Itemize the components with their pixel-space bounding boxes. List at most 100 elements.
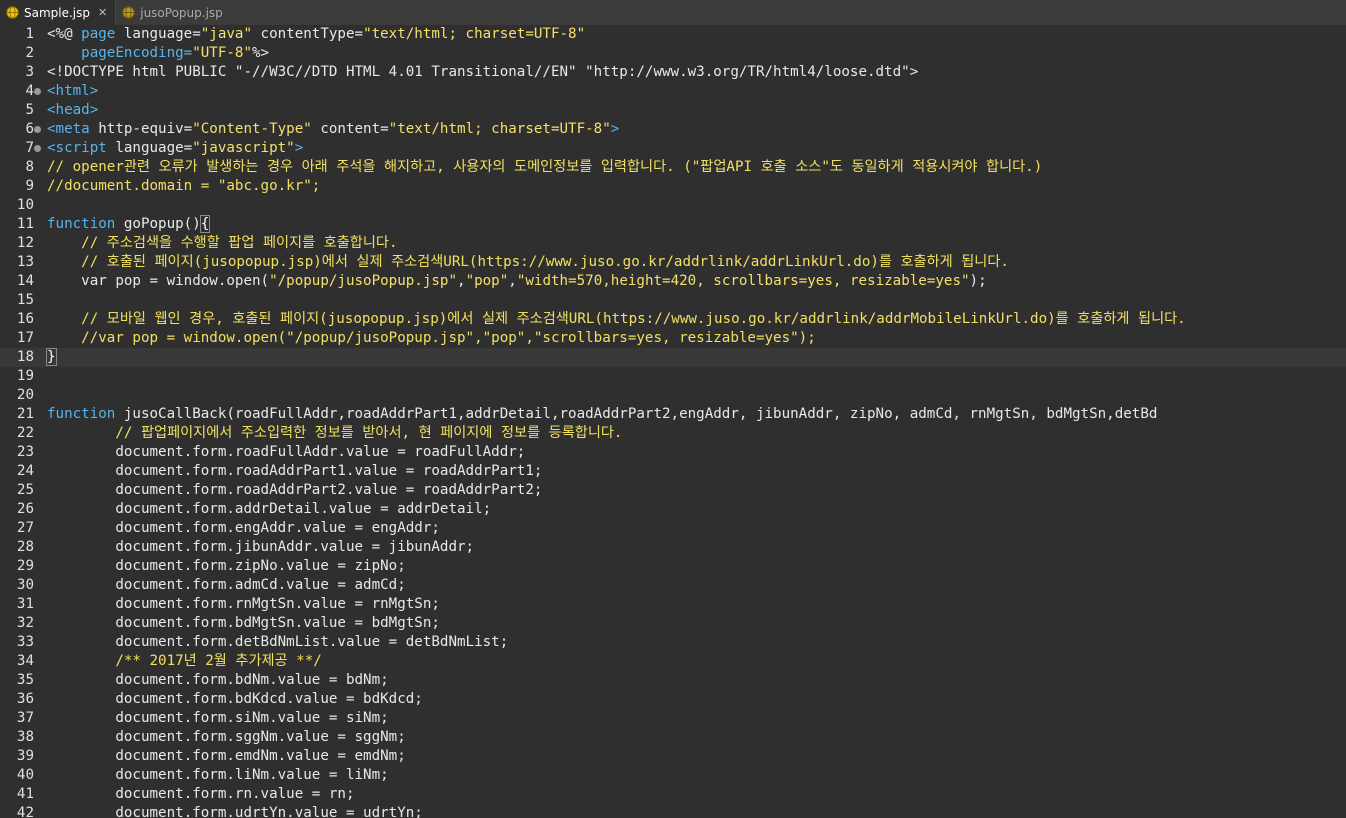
line-code: document.form.liNm.value = liNm; <box>47 766 389 785</box>
code-line[interactable]: 11 function goPopup(){ <box>0 215 1346 234</box>
line-code: document.form.sggNm.value = sggNm; <box>47 728 405 747</box>
code-line[interactable]: 23 document.form.roadFullAddr.value = ro… <box>0 443 1346 462</box>
line-code: document.form.engAddr.value = engAddr; <box>47 519 440 538</box>
code-line[interactable]: 29 document.form.zipNo.value = zipNo; <box>0 557 1346 576</box>
code-line[interactable]: 39 document.form.emdNm.value = emdNm; <box>0 747 1346 766</box>
line-code: document.form.roadAddrPart2.value = road… <box>47 481 542 500</box>
code-token: function <box>47 406 116 422</box>
line-code: document.form.roadFullAddr.value = roadF… <box>47 443 525 462</box>
code-line[interactable]: 41 document.form.rn.value = rn; <box>0 785 1346 804</box>
code-line[interactable]: 42 document.form.udrtYn.value = udrtYn; <box>0 804 1346 818</box>
line-code: <!DOCTYPE html PUBLIC "-//W3C//DTD HTML … <box>47 63 918 82</box>
code-token: { <box>199 215 211 233</box>
code-line[interactable]: 6 <meta http-equiv="Content-Type" content… <box>0 120 1346 139</box>
line-number: 17 <box>16 330 34 346</box>
fold-toggle-icon[interactable] <box>34 88 41 95</box>
code-line[interactable]: 5 <head> <box>0 101 1346 120</box>
line-code: document.form.siNm.value = siNm; <box>47 709 389 728</box>
line-number: 36 <box>16 691 34 707</box>
code-token: "java" <box>200 26 253 42</box>
code-line[interactable]: 2 pageEncoding="UTF-8"%> <box>0 44 1346 63</box>
code-token: document.form.bdKdcd.value = bdKdcd; <box>47 691 423 707</box>
code-token: document.form.addrDetail.value = addrDet… <box>47 501 492 517</box>
line-code: document.form.jibunAddr.value = jibunAdd… <box>47 538 474 557</box>
code-token: document.form.liNm.value = liNm; <box>47 767 389 783</box>
code-line[interactable]: 26 document.form.addrDetail.value = addr… <box>0 500 1346 519</box>
code-line[interactable]: 12 // 주소검색을 수행할 팝업 페이지를 호출합니다. <box>0 234 1346 253</box>
code-line[interactable]: 8 // opener관련 오류가 발생하는 경우 아래 주석을 해지하고, 사용… <box>0 158 1346 177</box>
line-number: 25 <box>16 482 34 498</box>
line-code: // 호출된 페이지(jusopopup.jsp)에서 실제 주소검색URL(h… <box>47 253 1009 272</box>
code-line[interactable]: 18} <box>0 348 1346 367</box>
close-icon[interactable]: ✕ <box>98 6 107 19</box>
line-number: 30 <box>16 577 34 593</box>
code-line[interactable]: 35 document.form.bdNm.value = bdNm; <box>0 671 1346 690</box>
code-line[interactable]: 33 document.form.detBdNmList.value = det… <box>0 633 1346 652</box>
line-number: 24 <box>16 463 34 479</box>
code-line[interactable]: 9 //document.domain = "abc.go.kr"; <box>0 177 1346 196</box>
code-line[interactable]: 7 <script language="javascript"> <box>0 139 1346 158</box>
code-line[interactable]: 34 /** 2017년 2월 추가제공 **/ <box>0 652 1346 671</box>
tab-sample-jsp[interactable]: Sample.jsp ✕ <box>0 0 117 25</box>
code-token: document.form.siNm.value = siNm; <box>47 710 389 726</box>
code-token: function <box>47 216 116 232</box>
line-code: document.form.rn.value = rn; <box>47 785 355 804</box>
fold-toggle-icon[interactable] <box>34 145 41 152</box>
code-line[interactable]: 10 <box>0 196 1346 215</box>
line-number: 42 <box>16 805 34 818</box>
code-line[interactable]: 20 <box>0 386 1346 405</box>
line-number: 34 <box>16 653 34 669</box>
code-token: "/popup/jusoPopup.jsp" <box>269 273 458 289</box>
tab-jusopopup-jsp[interactable]: jusoPopup.jsp <box>116 0 231 25</box>
code-token: // 주소검색을 수행할 팝업 페이지를 호출합니다. <box>47 235 398 251</box>
code-line[interactable]: 14 var pop = window.open("/popup/jusoPop… <box>0 272 1346 291</box>
code-line[interactable]: 31 document.form.rnMgtSn.value = rnMgtSn… <box>0 595 1346 614</box>
code-token: document.form.detBdNmList.value = detBdN… <box>47 634 509 650</box>
code-editor[interactable]: 1 <%@ page language="java" contentType="t… <box>0 25 1346 818</box>
code-line[interactable]: 13 // 호출된 페이지(jusopopup.jsp)에서 실제 주소검색UR… <box>0 253 1346 272</box>
code-token: > <box>610 121 620 137</box>
code-line[interactable]: 21 function jusoCallBack(roadFullAddr,roa… <box>0 405 1346 424</box>
code-line[interactable]: 1 <%@ page language="java" contentType="t… <box>0 25 1346 44</box>
line-number: 15 <box>16 292 34 308</box>
line-number: 29 <box>16 558 34 574</box>
code-line[interactable]: 24 document.form.roadAddrPart1.value = r… <box>0 462 1346 481</box>
code-token: document.form.roadFullAddr.value = roadF… <box>47 444 526 460</box>
code-line[interactable]: 4 <html> <box>0 82 1346 101</box>
line-number: 39 <box>16 748 34 764</box>
code-token: document.form.zipNo.value = zipNo; <box>47 558 406 574</box>
code-line[interactable]: 16 // 모바일 웹인 경우, 호출된 페이지(jusopopup.jsp)에… <box>0 310 1346 329</box>
code-line[interactable]: 30 document.form.admCd.value = admCd; <box>0 576 1346 595</box>
editor-tab-bar: Sample.jsp ✕ jusoPopup.jsp <box>0 0 1346 26</box>
code-token: document.form.rn.value = rn; <box>47 786 355 802</box>
line-number: 4 <box>25 83 34 99</box>
code-line[interactable]: 27 document.form.engAddr.value = engAddr… <box>0 519 1346 538</box>
code-line[interactable]: 36 document.form.bdKdcd.value = bdKdcd; <box>0 690 1346 709</box>
line-number: 33 <box>16 634 34 650</box>
code-token: // 모바일 웹인 경우, 호출된 페이지(jusopopup.jsp)에서 실… <box>47 311 1186 327</box>
line-code: // 모바일 웹인 경우, 호출된 페이지(jusopopup.jsp)에서 실… <box>47 310 1186 329</box>
code-line[interactable]: 17 //var pop = window.open("/popup/jusoP… <box>0 329 1346 348</box>
code-line[interactable]: 15 <box>0 291 1346 310</box>
code-line[interactable]: 37 document.form.siNm.value = siNm; <box>0 709 1346 728</box>
code-line[interactable]: 25 document.form.roadAddrPart2.value = r… <box>0 481 1346 500</box>
line-number: 37 <box>16 710 34 726</box>
fold-toggle-icon[interactable] <box>34 126 41 133</box>
line-number: 16 <box>16 311 34 327</box>
line-number: 27 <box>16 520 34 536</box>
line-code: } <box>46 348 57 367</box>
code-line[interactable]: 38 document.form.sggNm.value = sggNm; <box>0 728 1346 747</box>
line-code: function jusoCallBack(roadFullAddr,roadA… <box>47 405 1157 424</box>
code-token: %> <box>252 45 270 61</box>
code-token: content= <box>311 121 389 137</box>
code-line[interactable]: 40 document.form.liNm.value = liNm; <box>0 766 1346 785</box>
code-token: pageEncoding= <box>47 45 193 61</box>
code-line[interactable]: 22 // 팝업페이지에서 주소입력한 정보를 받아서, 현 페이지에 정보를 … <box>0 424 1346 443</box>
code-line[interactable]: 3 <!DOCTYPE html PUBLIC "-//W3C//DTD HTML… <box>0 63 1346 82</box>
code-line[interactable]: 19 <box>0 367 1346 386</box>
code-line[interactable]: 28 document.form.jibunAddr.value = jibun… <box>0 538 1346 557</box>
code-token: document.form.bdMgtSn.value = bdMgtSn; <box>47 615 440 631</box>
code-line[interactable]: 32 document.form.bdMgtSn.value = bdMgtSn… <box>0 614 1346 633</box>
line-code: document.form.bdKdcd.value = bdKdcd; <box>47 690 423 709</box>
jsp-file-icon <box>6 6 19 19</box>
